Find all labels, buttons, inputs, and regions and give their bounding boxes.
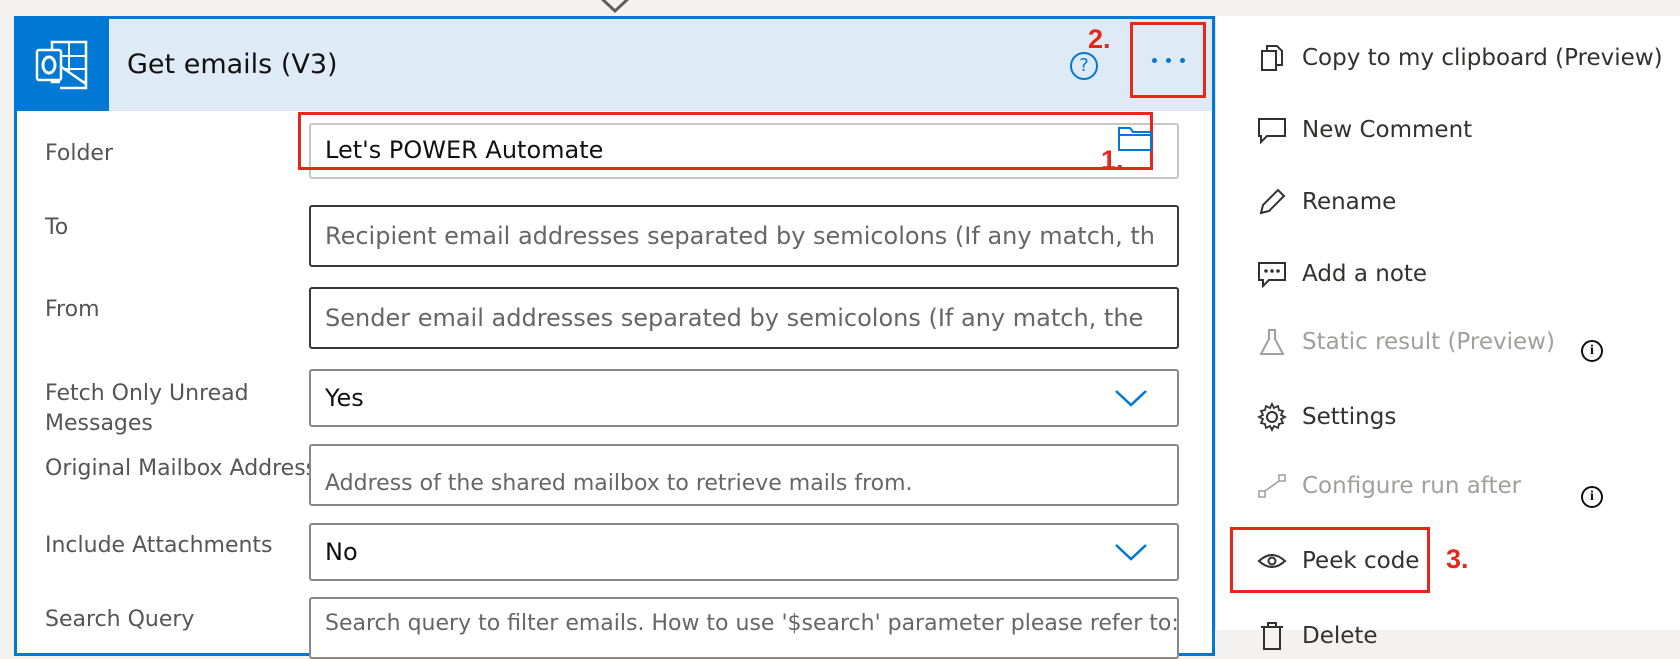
mailbox-input[interactable]: Address of the shared mailbox to retriev… — [309, 444, 1179, 506]
menu-item-rename[interactable]: Rename — [1256, 182, 1396, 222]
unread-label-line2: Messages — [45, 411, 153, 436]
unread-value: Yes — [325, 384, 364, 412]
info-icon[interactable]: i — [1581, 340, 1603, 362]
annotation-step-3: 3. — [1446, 544, 1469, 574]
menu-item-new-comment[interactable]: New Comment — [1256, 110, 1472, 150]
mailbox-label: Original Mailbox Address — [45, 456, 318, 481]
attachments-label: Include Attachments — [45, 533, 273, 558]
unread-dropdown[interactable]: Yes — [309, 369, 1179, 427]
chevron-down-icon — [1115, 390, 1147, 407]
more-dot — [1151, 57, 1157, 63]
unread-label: Fetch Only Unread Messages — [45, 379, 249, 439]
menu-item-settings[interactable]: Settings — [1256, 397, 1396, 437]
menu-item-label: Static result (Preview) — [1302, 329, 1555, 355]
copy-icon — [1256, 42, 1288, 74]
folder-label: Folder — [45, 141, 113, 166]
to-input[interactable]: Recipient email addresses separated by s… — [309, 205, 1179, 267]
annotation-highlight-folder — [298, 112, 1153, 170]
menu-item-copy-clipboard[interactable]: Copy to my clipboard (Preview) — [1256, 38, 1663, 78]
menu-item-label: Copy to my clipboard (Preview) — [1302, 45, 1663, 71]
chevron-down-icon — [1115, 544, 1147, 561]
menu-item-add-note[interactable]: Add a note — [1256, 254, 1427, 294]
more-options-button[interactable] — [1130, 22, 1206, 98]
search-query-label: Search Query — [45, 607, 195, 632]
menu-item-label: New Comment — [1302, 117, 1473, 143]
outlook-logo-icon — [17, 19, 109, 111]
more-dot — [1165, 57, 1171, 63]
trash-icon — [1256, 620, 1288, 652]
to-placeholder: Recipient email addresses separated by s… — [325, 222, 1155, 250]
gear-icon — [1256, 401, 1288, 433]
action-title[interactable]: Get emails (V3) — [127, 49, 338, 80]
annotation-step-2: 2. — [1088, 24, 1111, 54]
info-icon[interactable]: i — [1581, 486, 1603, 508]
from-label: From — [45, 297, 100, 322]
help-icon[interactable]: ? — [1070, 52, 1098, 80]
search-query-placeholder: Search query to filter emails. How to us… — [325, 611, 1179, 636]
from-placeholder: Sender email addresses separated by semi… — [325, 304, 1144, 332]
more-dot — [1179, 57, 1185, 63]
menu-item-label: Settings — [1302, 404, 1397, 430]
menu-item-configure-run-after[interactable]: Configure run after — [1256, 466, 1521, 506]
annotation-step-1: 1. — [1101, 145, 1124, 175]
action-card-header[interactable]: Get emails (V3) ? — [17, 19, 1212, 111]
from-input[interactable]: Sender email addresses separated by semi… — [309, 287, 1179, 349]
to-label: To — [45, 215, 69, 240]
unread-label-line1: Fetch Only Unread — [45, 381, 249, 406]
attachments-dropdown[interactable]: No — [309, 523, 1179, 581]
menu-item-static-result[interactable]: Static result (Preview) — [1256, 322, 1555, 362]
search-query-input[interactable]: Search query to filter emails. How to us… — [309, 597, 1179, 659]
menu-item-label: Delete — [1302, 623, 1378, 649]
note-icon — [1256, 258, 1288, 290]
pencil-icon — [1256, 186, 1288, 218]
menu-item-label: Configure run after — [1302, 473, 1522, 499]
menu-item-label: Add a note — [1302, 261, 1428, 287]
menu-item-delete[interactable]: Delete — [1256, 616, 1378, 656]
comment-icon — [1256, 114, 1288, 146]
annotation-highlight-peek-code — [1230, 527, 1430, 593]
menu-item-label: Rename — [1302, 189, 1397, 215]
connector-arrow-icon — [600, 0, 630, 14]
mailbox-placeholder: Address of the shared mailbox to retriev… — [325, 471, 913, 496]
attachments-value: No — [325, 538, 358, 566]
run-after-icon — [1256, 470, 1288, 502]
flask-icon — [1256, 326, 1288, 358]
